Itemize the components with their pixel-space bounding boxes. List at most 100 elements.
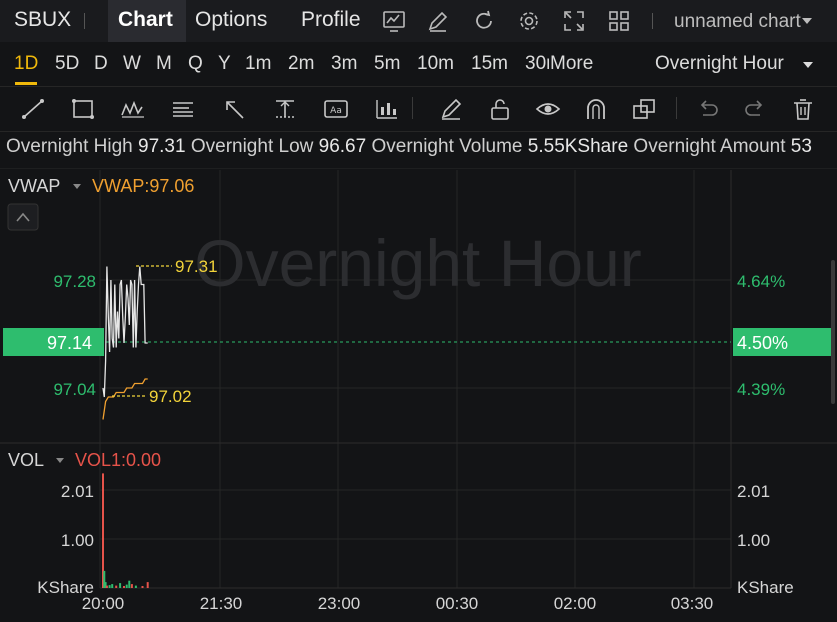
draw-icon[interactable] — [426, 9, 450, 33]
price-line — [102, 266, 148, 398]
volume-axis-label: 2.01 — [737, 482, 770, 501]
pct-axis-label: 4.39% — [737, 380, 785, 399]
current-pct-value: 4.50% — [737, 333, 788, 353]
vol-indicator-name[interactable]: VOL — [8, 450, 44, 470]
volume-bar — [115, 585, 118, 588]
overnight-amount-value: 53 — [790, 136, 812, 157]
period-q[interactable]: Q — [188, 53, 203, 75]
period-2m[interactable]: 2m — [288, 53, 314, 75]
rectangle-icon[interactable] — [70, 97, 96, 121]
low-marker-label: 97.02 — [149, 387, 192, 406]
volume-axis-label: 2.01 — [61, 482, 94, 501]
trend-line-icon[interactable] — [20, 97, 46, 121]
chevron-down-icon[interactable] — [56, 458, 64, 463]
text-icon[interactable]: Aa — [323, 97, 349, 121]
volume-bar — [102, 473, 104, 588]
arrow-icon[interactable] — [222, 97, 248, 121]
chart-name-dropdown[interactable]: unnamed chart — [674, 11, 801, 33]
period-m[interactable]: M — [156, 53, 172, 75]
price-series — [102, 266, 148, 398]
collapse-panel-button[interactable] — [7, 203, 39, 231]
volume-bar — [119, 583, 122, 588]
drawing-toolbar: Aa — [0, 87, 837, 132]
volume-bar — [130, 584, 133, 588]
top-bar: SBUX Chart Options Profile unnamed chart — [0, 0, 837, 42]
chevron-down-icon[interactable] — [802, 60, 814, 70]
time-axis-label: 02:00 — [554, 594, 597, 613]
vwap-indicator-name[interactable]: VWAP — [8, 176, 60, 196]
volume-bar — [141, 586, 144, 588]
high-marker-label: 97.31 — [175, 257, 218, 276]
divider — [412, 97, 413, 119]
time-axis-label: 20:00 — [82, 594, 125, 613]
trash-icon[interactable] — [790, 97, 816, 121]
refresh-icon[interactable] — [472, 9, 496, 33]
period-1d[interactable]: 1D — [14, 53, 38, 75]
fibonacci-icon[interactable] — [170, 97, 196, 121]
overnight-low-value: 96.67 — [318, 136, 367, 157]
pen-icon[interactable] — [438, 97, 464, 121]
volume-axis-label: 1.00 — [737, 531, 770, 550]
layout-grid-icon[interactable] — [607, 9, 631, 33]
vwap-line — [102, 378, 148, 420]
divider — [652, 13, 653, 29]
period-active-underline — [15, 82, 37, 85]
period-1m[interactable]: 1m — [245, 53, 271, 75]
time-axis-label: 21:30 — [200, 594, 243, 613]
period-5d[interactable]: 5D — [55, 53, 79, 75]
price-range-icon[interactable] — [272, 97, 298, 121]
period-y[interactable]: Y — [218, 53, 231, 75]
time-axis-label: 23:00 — [318, 594, 361, 613]
period-3m[interactable]: 3m — [331, 53, 357, 75]
price-chart[interactable]: Overnight Hour VWAP VWAP:97.06 97.28 97.… — [0, 168, 837, 622]
redo-icon[interactable] — [742, 97, 768, 121]
overnight-volume-label: Overnight Volume — [371, 136, 523, 157]
indicator-icon[interactable] — [374, 97, 400, 121]
tab-profile[interactable]: Profile — [301, 8, 361, 32]
volume-bar — [111, 584, 114, 588]
tab-chart-label[interactable]: Chart — [118, 8, 173, 32]
current-price-value: 97.14 — [47, 333, 92, 353]
magnet-icon[interactable] — [583, 97, 609, 121]
period-5m[interactable]: 5m — [374, 53, 400, 75]
volume-unit-label: KShare — [737, 578, 794, 597]
period-d[interactable]: D — [94, 53, 108, 75]
symbol-label[interactable]: SBUX — [14, 8, 71, 32]
chart-watermark: Overnight Hour — [194, 226, 642, 300]
price-scrollbar[interactable] — [831, 260, 835, 404]
undo-icon[interactable] — [695, 97, 721, 121]
chart-type-icon[interactable] — [382, 9, 406, 33]
period-w[interactable]: W — [123, 53, 141, 75]
pct-axis-label: 4.64% — [737, 272, 785, 291]
time-axis-label: 03:30 — [671, 594, 714, 613]
vwap-indicator-value: VWAP:97.06 — [92, 176, 194, 196]
volume-bar — [125, 584, 128, 588]
overnight-info-line: Overnight High 97.31 Overnight Low 96.67… — [6, 136, 837, 164]
pattern-icon[interactable] — [120, 97, 146, 121]
more-periods-button[interactable]: More — [550, 53, 593, 75]
tab-options[interactable]: Options — [195, 8, 267, 32]
volume-bar — [146, 582, 149, 588]
price-axis-label: 97.04 — [53, 380, 96, 399]
volume-bar — [123, 586, 125, 588]
volume-bar — [128, 580, 131, 588]
overnight-high-label: Overnight High — [6, 136, 133, 157]
overnight-high-value: 97.31 — [138, 136, 186, 157]
volume-bar — [134, 585, 137, 588]
period-30m[interactable]: 30r — [525, 53, 549, 75]
layers-icon[interactable] — [631, 97, 657, 121]
chevron-down-icon[interactable] — [801, 16, 813, 26]
session-dropdown[interactable]: Overnight Hour — [655, 53, 784, 75]
chevron-down-icon[interactable] — [73, 184, 81, 189]
volume-axis-label: 1.00 — [61, 531, 94, 550]
period-15m[interactable]: 15m — [471, 53, 508, 75]
lock-icon[interactable] — [487, 97, 513, 121]
divider — [676, 97, 677, 119]
volume-bar — [108, 585, 111, 588]
fullscreen-icon[interactable] — [562, 9, 586, 33]
period-bar: 1D 5D D W M Q Y 1m 2m 3m 5m 10m 15m 30r … — [0, 42, 837, 110]
volume-bar — [105, 585, 108, 588]
period-10m[interactable]: 10m — [417, 53, 454, 75]
gear-icon[interactable] — [517, 9, 541, 33]
eye-icon[interactable] — [535, 97, 561, 121]
